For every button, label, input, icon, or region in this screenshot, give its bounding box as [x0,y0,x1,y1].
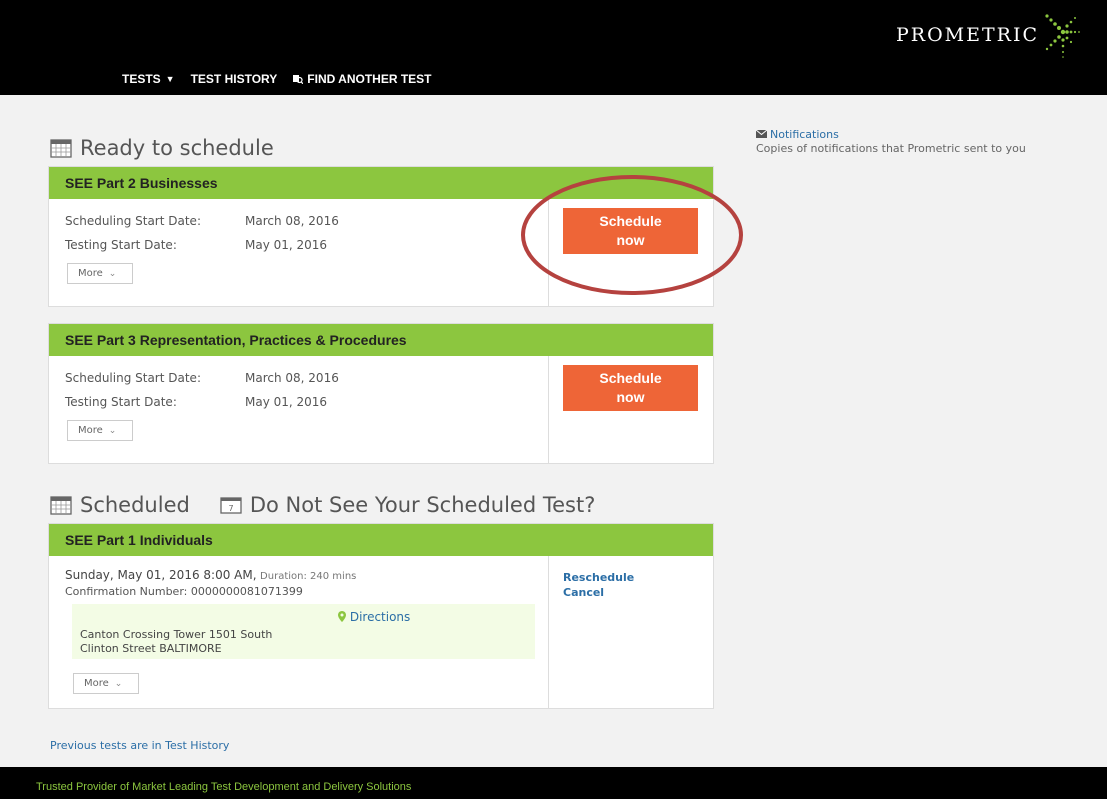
card-divider [548,556,549,708]
test-card-part3: SEE Part 3 Representation, Practices & P… [48,323,714,464]
testing-start-row: Testing Start Date: May 01, 2016 [65,395,328,409]
notifications-description: Copies of notifications that Prometric s… [756,142,1026,155]
nav-test-history[interactable]: TEST HISTORY [191,72,278,86]
footer: Trusted Provider of Market Leading Test … [0,767,1107,799]
schedule-now-button[interactable]: Schedule now [563,365,698,411]
card-title: SEE Part 3 Representation, Practices & P… [49,324,713,356]
not-see-scheduled-test-link[interactable]: 7 Do Not See Your Scheduled Test? [220,493,595,517]
main-nav: TESTS ▼ TEST HISTORY FIND ANOTHER TEST [122,72,432,86]
footer-tagline: Trusted Provider of Market Leading Test … [36,781,412,793]
notifications-panel: Notifications Copies of notifications th… [756,128,1056,156]
logo-text: PROMETRIC [895,24,1039,46]
card-title: SEE Part 2 Businesses [49,167,713,199]
appointment-actions: Reschedule Cancel [563,570,634,600]
single-calendar-icon: 7 [220,496,242,514]
top-header: PROMETRIC TESTS ▼ TEST HISTORY FIND ANOTH… [0,0,1107,95]
chevron-down-icon: ⌄ [108,426,117,436]
card-divider [548,356,549,463]
test-center-address: Canton Crossing Tower 1501 South Clinton… [80,628,273,655]
scheduled-heading: Scheduled 7 Do Not See Your Scheduled Te… [50,493,595,517]
more-button[interactable]: More ⌄ [73,673,139,694]
scheduling-start-row: Scheduling Start Date: March 08, 2016 [65,371,339,385]
calendar-icon [50,139,72,158]
scheduled-card-part1: SEE Part 1 Individuals Sunday, May 01, 2… [48,523,714,709]
nav-find-another-test[interactable]: FIND ANOTHER TEST [293,72,432,86]
appointment-details: Sunday, May 01, 2016 8:00 AM, Duration: … [65,568,357,598]
scheduling-start-row: Scheduling Start Date: March 08, 2016 [65,214,339,228]
chevron-down-icon: ⌄ [108,269,117,279]
logo-dots-icon [1045,14,1080,58]
testing-start-row: Testing Start Date: May 01, 2016 [65,238,328,252]
nav-tests[interactable]: TESTS ▼ [122,72,175,86]
schedule-now-button[interactable]: Schedule now [563,208,698,254]
notifications-link[interactable]: Notifications [756,128,1056,142]
reschedule-link[interactable]: Reschedule [563,570,634,585]
location-box: Directions Canton Crossing Tower 1501 So… [72,604,535,659]
chevron-down-icon: ⌄ [114,679,123,689]
cancel-link[interactable]: Cancel [563,585,634,600]
more-button[interactable]: More ⌄ [67,263,133,284]
svg-text:7: 7 [228,504,233,513]
find-test-icon [293,75,304,84]
envelope-icon [756,130,767,138]
caret-down-icon: ▼ [165,74,175,84]
directions-link[interactable]: Directions [338,610,410,624]
map-pin-icon [338,611,346,622]
ready-to-schedule-heading: Ready to schedule [50,136,274,160]
card-title: SEE Part 1 Individuals [49,524,713,556]
previous-tests-link[interactable]: Previous tests are in Test History [50,739,229,752]
calendar-icon [50,496,72,515]
prometric-logo[interactable]: PROMETRIC [896,10,1081,60]
more-button[interactable]: More ⌄ [67,420,133,441]
test-card-part2: SEE Part 2 Businesses Scheduling Start D… [48,166,714,307]
card-divider [548,199,549,306]
